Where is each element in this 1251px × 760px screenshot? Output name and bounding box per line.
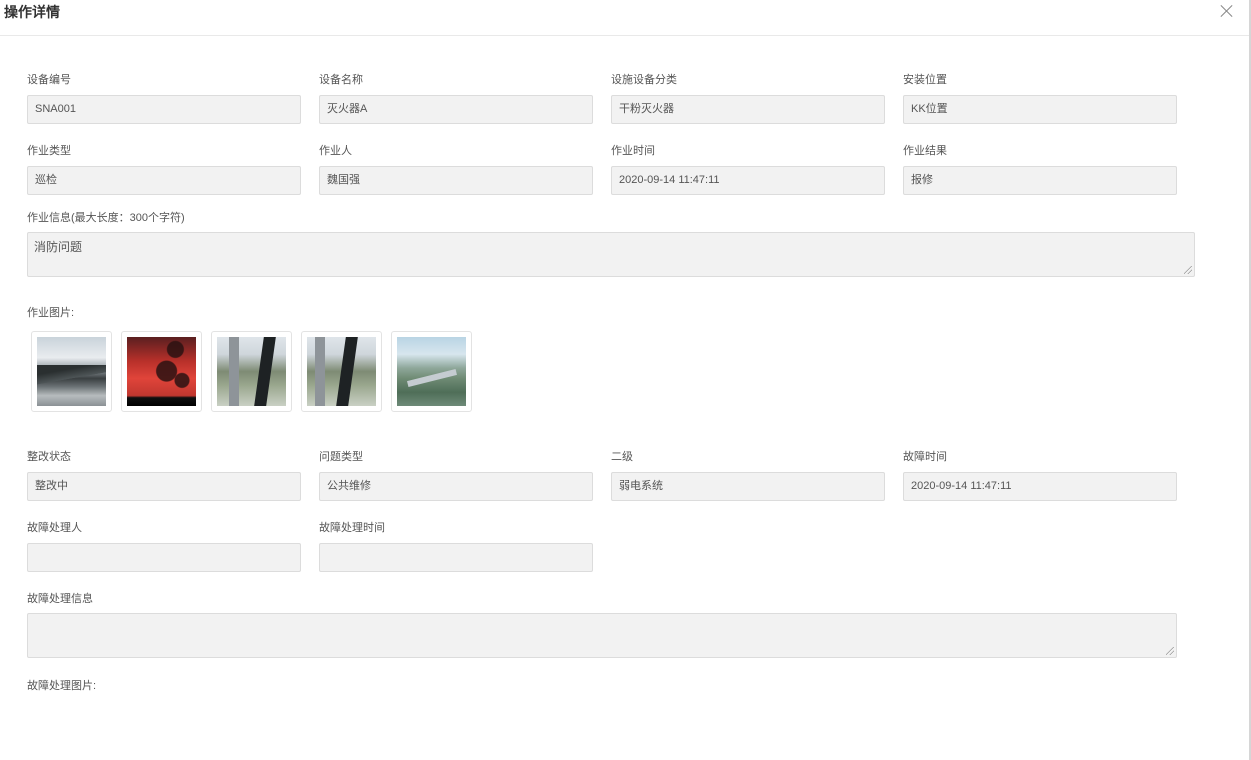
- device-category-label: 设施设备分类: [611, 74, 677, 86]
- work-image-thumbnail-4[interactable]: [301, 331, 382, 412]
- fault-time-label: 故障时间: [903, 451, 947, 463]
- work-images-label: 作业图片:: [27, 307, 75, 319]
- secondary-level-label: 二级: [611, 451, 633, 463]
- device-code-field[interactable]: SNA001: [27, 95, 301, 124]
- close-icon[interactable]: [1219, 3, 1235, 19]
- dialog-title: 操作详情: [4, 4, 60, 20]
- work-image-thumbnail-5[interactable]: [391, 331, 472, 412]
- rectify-status-label: 整改状态: [27, 451, 71, 463]
- device-name-label: 设备名称: [319, 74, 363, 86]
- fault-handle-info-label: 故障处理信息: [27, 593, 93, 605]
- worker-label: 作业人: [319, 145, 352, 157]
- work-info-text: 消防问题: [34, 240, 83, 254]
- work-type-label: 作业类型: [27, 145, 71, 157]
- issue-type-field[interactable]: 公共维修: [319, 472, 593, 501]
- photo-window-view-thumbnail: [217, 337, 286, 406]
- work-image-thumbnail-2[interactable]: [121, 331, 202, 412]
- work-info-textarea[interactable]: 消防问题: [27, 232, 1195, 277]
- issue-type-label: 问题类型: [319, 451, 363, 463]
- device-name-field[interactable]: 灭火器A: [319, 95, 593, 124]
- fault-handle-time-field[interactable]: [319, 543, 593, 572]
- fault-handle-images-label: 故障处理图片:: [27, 680, 97, 692]
- photo-city-valley-thumbnail: [397, 337, 466, 406]
- work-result-label: 作业结果: [903, 145, 947, 157]
- resize-handle-icon[interactable]: [1184, 266, 1192, 274]
- dialog-header: 操作详情: [0, 0, 1251, 36]
- fault-handler-label: 故障处理人: [27, 522, 82, 534]
- work-result-field[interactable]: 报修: [903, 166, 1177, 195]
- secondary-level-field[interactable]: 弱电系统: [611, 472, 885, 501]
- photo-window-view-thumbnail: [307, 337, 376, 406]
- install-location-field[interactable]: KK位置: [903, 95, 1177, 124]
- install-location-label: 安装位置: [903, 74, 947, 86]
- fault-handler-field[interactable]: [27, 543, 301, 572]
- resize-handle-icon[interactable]: [1166, 647, 1174, 655]
- work-info-label: 作业信息(最大长度：300个字符): [27, 212, 185, 224]
- worker-field[interactable]: 魏国强: [319, 166, 593, 195]
- fault-handle-info-textarea[interactable]: [27, 613, 1177, 658]
- work-time-field[interactable]: 2020-09-14 11:47:11: [611, 166, 885, 195]
- device-category-field[interactable]: 干粉灭火器: [611, 95, 885, 124]
- photo-sunset-tree-thumbnail: [127, 337, 196, 406]
- rectify-status-field[interactable]: 整改中: [27, 472, 301, 501]
- work-time-label: 作业时间: [611, 145, 655, 157]
- device-code-label: 设备编号: [27, 74, 71, 86]
- work-type-field[interactable]: 巡检: [27, 166, 301, 195]
- work-image-thumbnail-3[interactable]: [211, 331, 292, 412]
- fault-time-field[interactable]: 2020-09-14 11:47:11: [903, 472, 1177, 501]
- photo-coast-thumbnail: [37, 337, 106, 406]
- work-image-thumbnail-1[interactable]: [31, 331, 112, 412]
- fault-handle-time-label: 故障处理时间: [319, 522, 385, 534]
